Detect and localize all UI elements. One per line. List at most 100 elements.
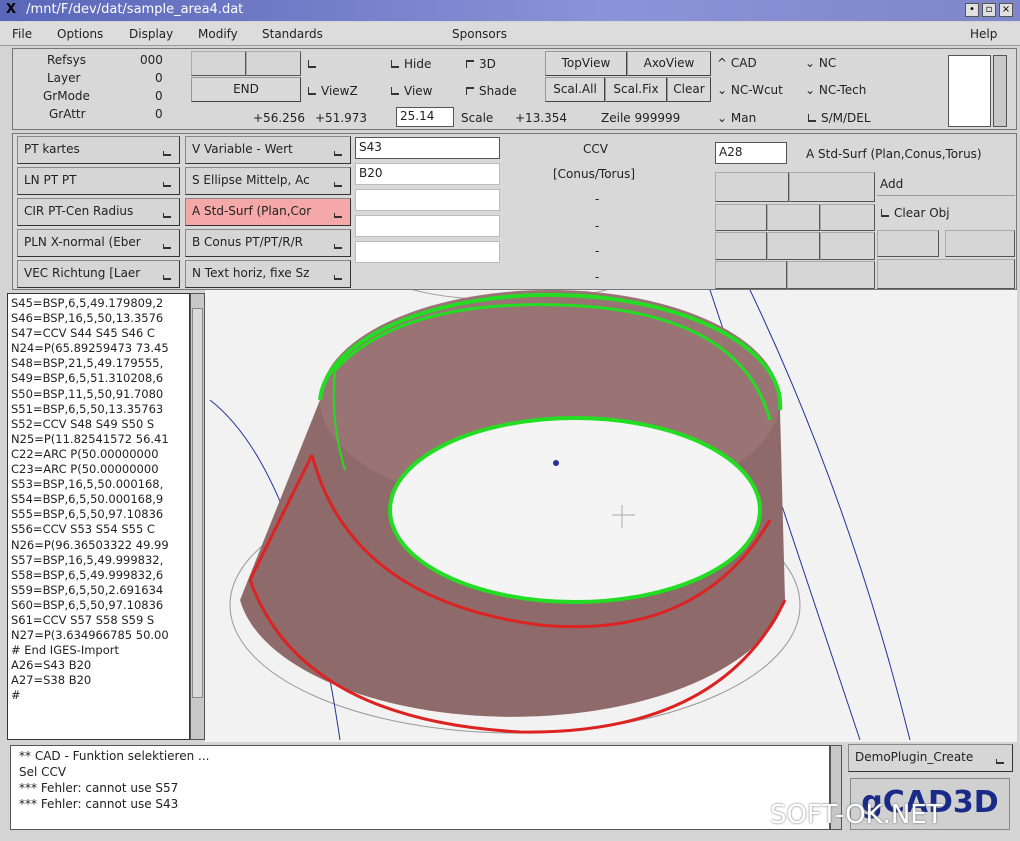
disabled-button[interactable] xyxy=(820,204,875,231)
small-text-area[interactable] xyxy=(948,55,991,127)
smdel-checkbox[interactable]: S/M/DEL xyxy=(808,111,871,125)
list-item[interactable]: S59=BSP,6,5,50,2.691634 xyxy=(11,583,186,598)
param-input-1[interactable]: S43 xyxy=(355,137,500,159)
menu-help[interactable]: Help xyxy=(970,27,997,41)
axoview-button[interactable]: AxoView xyxy=(627,51,711,76)
list-item[interactable]: N25=P(11.82541572 56.41 xyxy=(11,432,186,447)
variable-select[interactable]: V Variable - Wert xyxy=(185,136,351,164)
blank-button-2[interactable] xyxy=(246,51,301,76)
disabled-button[interactable] xyxy=(715,204,767,231)
shade-checkbox[interactable]: Shade xyxy=(466,84,517,98)
list-item[interactable]: S51=BSP,6,5,50,13.35763 xyxy=(11,402,186,417)
list-item[interactable]: A27=S38 B20 xyxy=(11,673,186,688)
nc-label: NC xyxy=(818,56,837,70)
smdel-label: S/M/DEL xyxy=(821,111,871,125)
list-item[interactable]: N27=P(3.634966785 50.00 xyxy=(11,628,186,643)
scal-all-button[interactable]: Scal.All xyxy=(545,77,605,102)
disabled-button[interactable] xyxy=(877,259,1015,289)
scroll-thumb[interactable] xyxy=(192,308,203,698)
list-item[interactable]: # xyxy=(11,688,186,703)
clear-obj-checkbox[interactable]: Clear Obj xyxy=(881,206,950,220)
param-input-4[interactable] xyxy=(355,215,500,237)
viewz-checkbox[interactable]: ViewZ xyxy=(308,84,358,98)
radio-cad[interactable]: ^ CAD xyxy=(717,56,757,70)
list-item[interactable]: S60=BSP,6,5,50,97.10836 xyxy=(11,598,186,613)
list-item[interactable]: S56=CCV S53 S54 S55 C xyxy=(11,522,186,537)
blank-checkbox[interactable] xyxy=(308,57,321,71)
list-item[interactable]: S61=CCV S57 S58 S59 S xyxy=(11,613,186,628)
ellipse-select[interactable]: S Ellipse Mittelp, Ac xyxy=(185,167,351,195)
small-scrollbar[interactable] xyxy=(993,55,1007,127)
inner-opening-edge xyxy=(388,416,762,604)
list-item[interactable]: N26=P(96.36503322 49.99 xyxy=(11,538,186,553)
disabled-button[interactable] xyxy=(715,261,787,289)
list-item[interactable]: S50=BSP,11,5,50,91.7080 xyxy=(11,387,186,402)
list-item[interactable]: C23=ARC P(50.00000000 xyxy=(11,462,186,477)
vec-select[interactable]: VEC Richtung [Laer xyxy=(17,260,180,288)
radio-nc[interactable]: ⌄ NC xyxy=(805,56,836,70)
menu-modify[interactable]: Modify xyxy=(198,27,238,41)
disabled-button[interactable] xyxy=(715,232,767,260)
menu-options[interactable]: Options xyxy=(57,27,103,41)
list-item[interactable]: A26=S43 B20 xyxy=(11,658,186,673)
std-surf-select[interactable]: A Std-Surf (Plan,Cor xyxy=(185,198,351,226)
ln-select[interactable]: LN PT PT xyxy=(17,167,180,195)
list-item[interactable]: N24=P(65.89259473 73.45 xyxy=(11,341,186,356)
scale-input[interactable]: 25.14 xyxy=(396,107,454,127)
disabled-button[interactable] xyxy=(877,230,939,257)
list-item[interactable]: S46=BSP,16,5,50,13.3576 xyxy=(11,311,186,326)
param-input-5[interactable] xyxy=(355,241,500,263)
disabled-button[interactable] xyxy=(789,172,875,202)
menu-display[interactable]: Display xyxy=(129,27,173,41)
disabled-button[interactable] xyxy=(715,172,789,202)
text-select[interactable]: N Text horiz, fixe Sz xyxy=(185,260,351,288)
close-button[interactable]: × xyxy=(999,3,1013,17)
list-item[interactable]: S52=CCV S48 S49 S50 S xyxy=(11,417,186,432)
radio-nc-tech[interactable]: ⌄ NC-Tech xyxy=(805,83,866,97)
param-input-3[interactable] xyxy=(355,189,500,211)
menu-standards[interactable]: Standards xyxy=(262,27,323,41)
cir-select[interactable]: CIR PT-Cen Radius xyxy=(17,198,180,226)
list-item[interactable]: C22=ARC P(50.00000000 xyxy=(11,447,186,462)
minimize-button[interactable]: • xyxy=(965,3,979,17)
pln-select[interactable]: PLN X-normal (Eber xyxy=(17,229,180,257)
pt-kartes-select[interactable]: PT kartes xyxy=(17,136,180,164)
list-item[interactable]: S53=BSP,16,5,50.000168, xyxy=(11,477,186,492)
list-scrollbar[interactable] xyxy=(190,293,205,740)
disabled-button[interactable] xyxy=(945,230,1015,257)
view-checkbox[interactable]: View xyxy=(391,84,432,98)
list-item[interactable]: S54=BSP,6,5,50.000168,9 xyxy=(11,492,186,507)
hide-checkbox[interactable]: Hide xyxy=(391,57,431,71)
3d-viewport[interactable] xyxy=(205,290,1017,742)
param-input-2[interactable]: B20 xyxy=(355,163,500,185)
menu-sponsors[interactable]: Sponsors xyxy=(452,27,507,41)
scal-fix-button[interactable]: Scal.Fix xyxy=(605,77,667,102)
object-list[interactable]: S45=BSP,6,5,49.179809,2 S46=BSP,16,5,50,1… xyxy=(7,293,190,740)
list-item[interactable]: S47=CCV S44 S45 S46 C xyxy=(11,326,186,341)
blank-button-1[interactable] xyxy=(191,51,246,76)
maximize-button[interactable]: ▫ xyxy=(982,3,996,17)
message-area[interactable]: ** CAD - Funktion selektieren ... Sel CC… xyxy=(10,745,830,830)
disabled-button[interactable] xyxy=(767,232,820,260)
radio-nc-wcut[interactable]: ⌄ NC-Wcut xyxy=(717,83,783,97)
list-item[interactable]: S57=BSP,16,5,49.999832, xyxy=(11,553,186,568)
topview-button[interactable]: TopView xyxy=(545,51,627,76)
list-item[interactable]: S58=BSP,6,5,49.999832,6 xyxy=(11,568,186,583)
list-item[interactable]: S48=BSP,21,5,49.179555, xyxy=(11,356,186,371)
radio-man[interactable]: ⌄ Man xyxy=(717,111,756,125)
result-id-input[interactable]: A28 xyxy=(715,142,787,164)
disabled-button[interactable] xyxy=(787,261,875,289)
clear-button[interactable]: Clear xyxy=(667,77,711,102)
end-button[interactable]: END xyxy=(191,77,301,102)
menu-file[interactable]: File xyxy=(12,27,32,41)
3d-checkbox[interactable]: 3D xyxy=(466,57,496,71)
list-item[interactable]: S49=BSP,6,5,51.310208,6 xyxy=(11,371,186,386)
list-item[interactable]: # End IGES-Import xyxy=(11,643,186,658)
plugin-select[interactable]: DemoPlugin_Create xyxy=(848,744,1013,772)
disabled-button[interactable] xyxy=(767,204,820,231)
list-item[interactable]: S55=BSP,6,5,50,97.10836 xyxy=(11,507,186,522)
conus-select[interactable]: B Conus PT/PT/R/R xyxy=(185,229,351,257)
model-view[interactable] xyxy=(205,290,1017,742)
list-item[interactable]: S45=BSP,6,5,49.179809,2 xyxy=(11,296,186,311)
disabled-button[interactable] xyxy=(820,232,875,260)
